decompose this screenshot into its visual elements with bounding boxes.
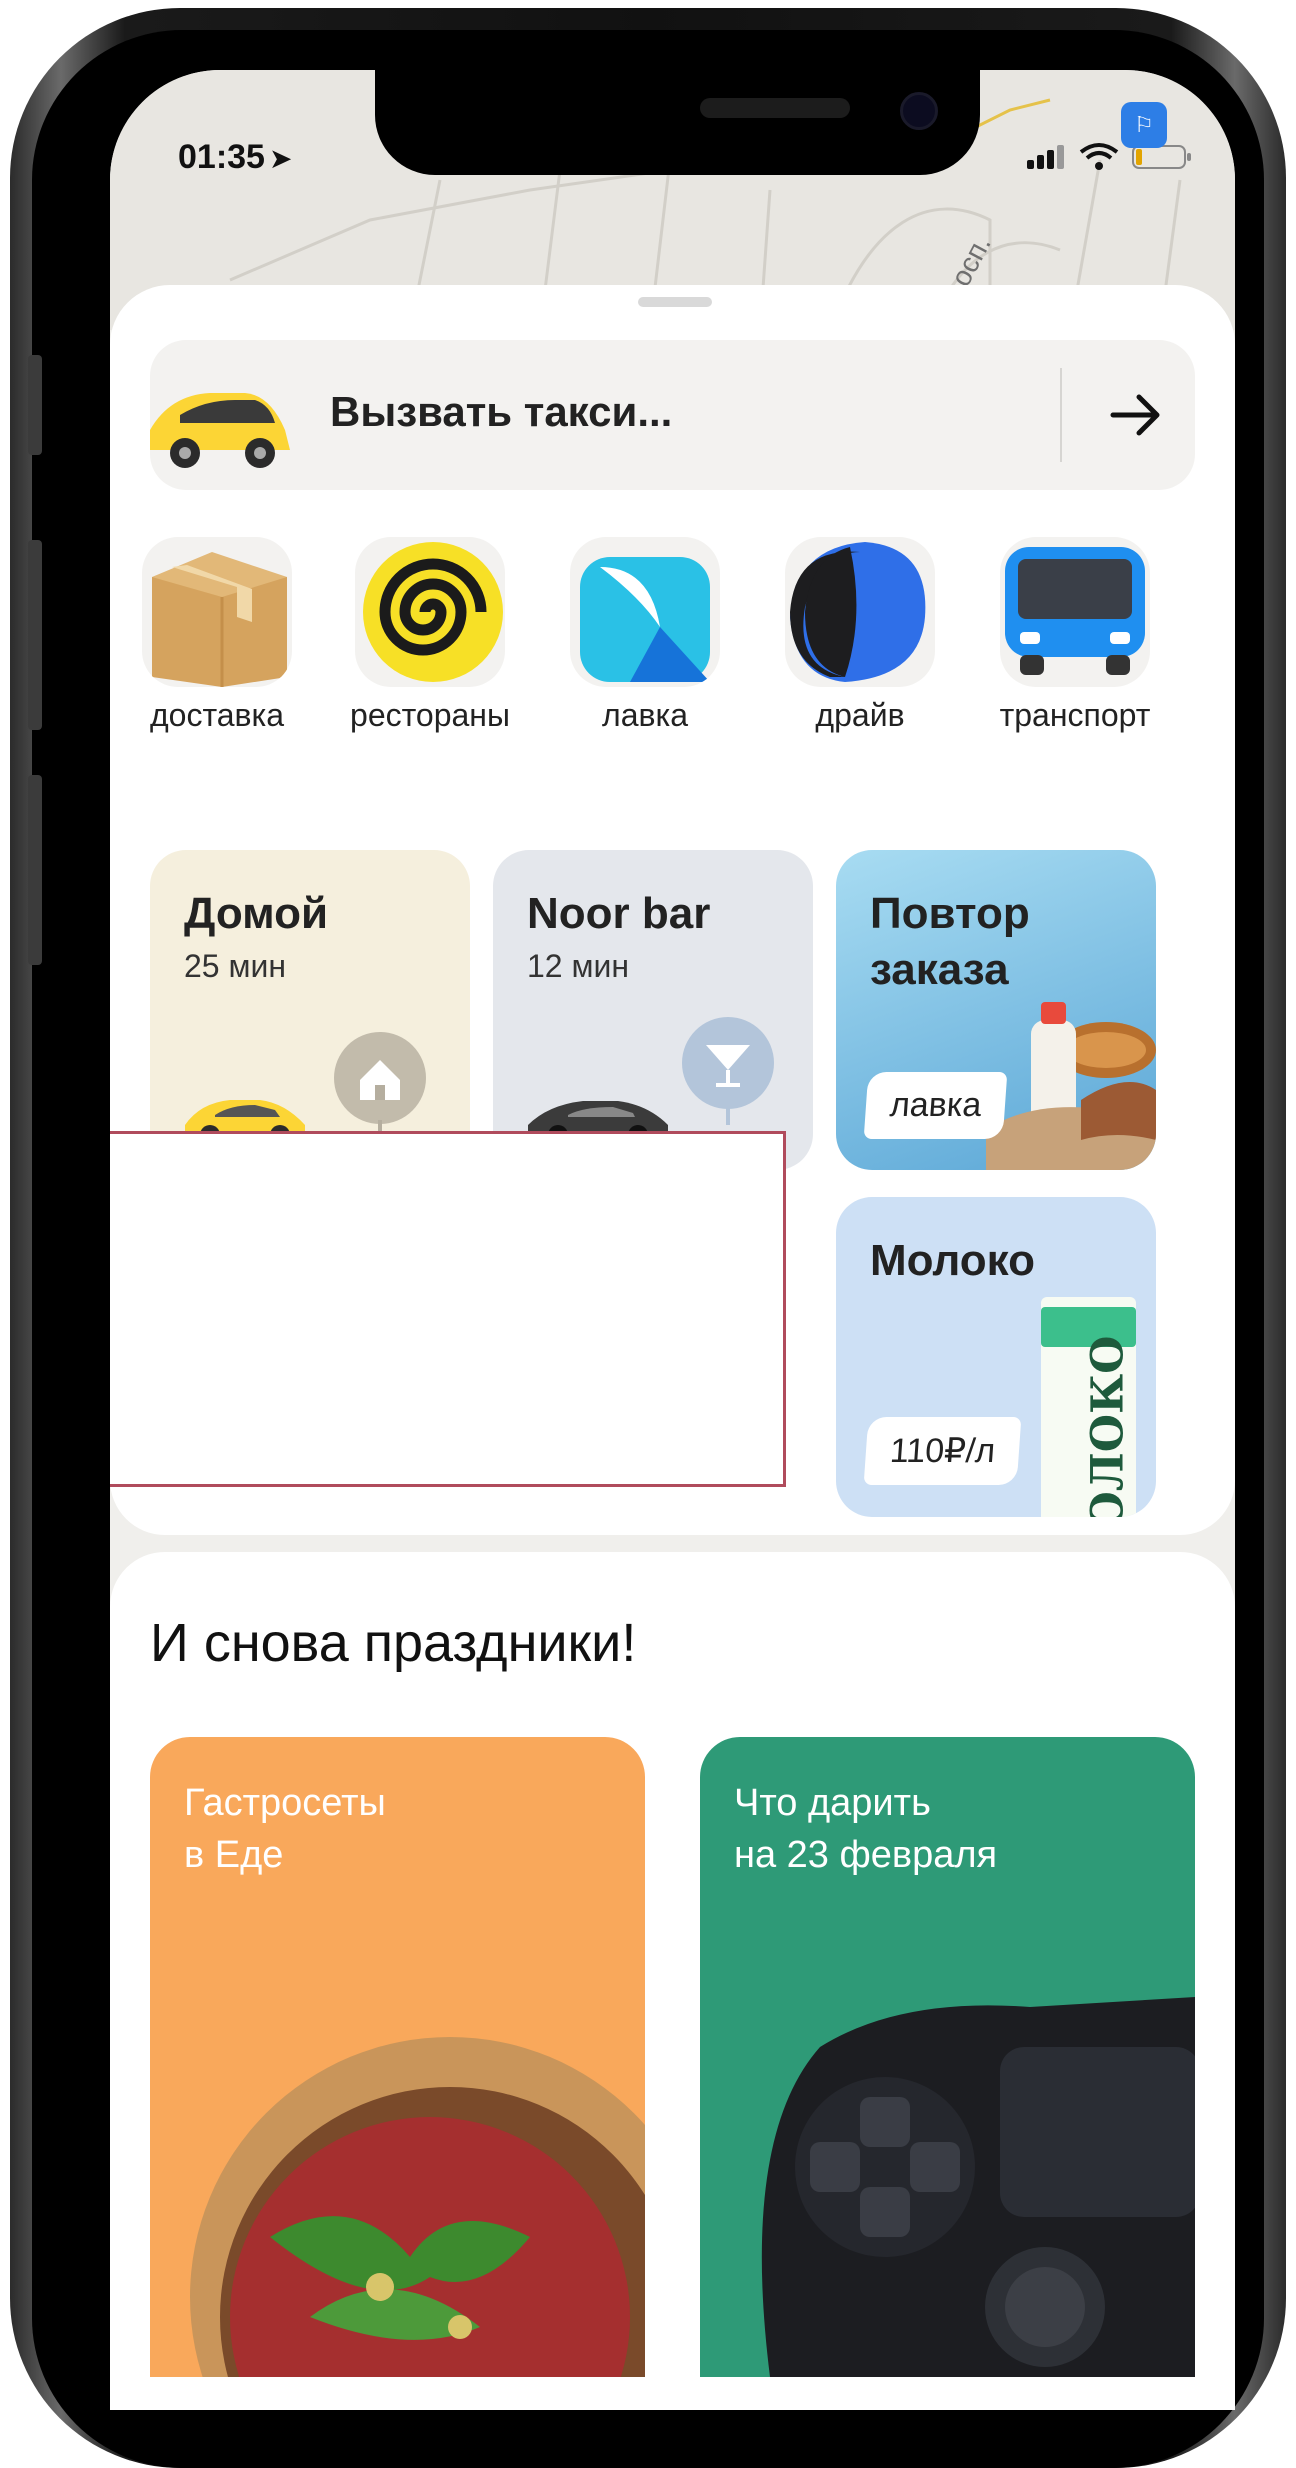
promo-card-gifts[interactable]: Что дарить на 23 февраля — [700, 1737, 1195, 2377]
service-transport[interactable]: транспорт — [1000, 537, 1150, 733]
service-lavka[interactable]: лавка — [570, 537, 720, 733]
box-icon — [142, 537, 292, 687]
milk-title: Молоко — [870, 1236, 1035, 1285]
groceries-image — [986, 1002, 1156, 1170]
taxi-divider — [1060, 368, 1062, 462]
lavka-tag: лавка — [863, 1072, 1008, 1139]
service-drive[interactable]: драйв — [785, 537, 935, 733]
sheet-grabber[interactable] — [638, 297, 712, 307]
repeat-order-tile[interactable]: Повтор заказа лавка — [836, 850, 1156, 1170]
noor-title: Noor bar — [527, 889, 711, 938]
front-camera — [900, 92, 938, 130]
call-taxi-label: Вызвать такси... — [330, 388, 673, 435]
volume-down-button — [28, 775, 42, 965]
wifi-icon — [1079, 143, 1119, 170]
status-icons — [1027, 142, 1195, 172]
milk-tile[interactable]: Молоко ОЛОКО 110₽/л — [836, 1197, 1156, 1517]
taxi-car-icon — [150, 393, 290, 468]
status-time: 01:35 ➤ — [178, 138, 293, 176]
milk-carton-image: ОЛОКО — [1041, 1297, 1136, 1517]
location-arrow-icon: ➤ — [268, 143, 293, 174]
service-label: транспорт — [999, 697, 1151, 733]
noor-bar-shortcut-tile[interactable]: Noor bar 12 мин — [493, 850, 813, 1170]
gamepad-image — [761, 1997, 1195, 2377]
service-label: рестораны — [350, 697, 510, 733]
promo-card-gastrosets[interactable]: Гастросеты в Еде — [150, 1737, 645, 2377]
milk-carton-text: ОЛОКО — [1082, 1335, 1134, 1517]
speaker — [700, 98, 850, 118]
salad-bowl-image — [190, 2037, 645, 2377]
service-restaurants[interactable]: рестораны — [350, 537, 510, 733]
holiday-title: И снова праздники! — [150, 1613, 637, 1673]
holiday-section: И снова праздники! Гастросеты в Еде Что … — [110, 1552, 1235, 2410]
price-tag: 110₽/л — [863, 1417, 1022, 1485]
drive-icon — [785, 537, 935, 687]
cocktail-pin-icon — [682, 1017, 774, 1125]
service-label: доставка — [149, 697, 285, 733]
accessibility-badge-icon: ⚐ — [1121, 102, 1167, 148]
home-title: Домой — [184, 889, 329, 938]
app-screen: осп. 01:35 ➤ ⚐ Вызвать такси... доставка… — [110, 70, 1235, 2410]
promo-text: Гастросеты в Еде — [184, 1782, 386, 1876]
services-row: доставка рестораны лавка драйв транспорт — [110, 537, 1235, 757]
service-delivery[interactable]: доставка — [142, 537, 292, 733]
notch — [375, 70, 980, 175]
home-pin-icon — [334, 1032, 426, 1140]
bus-icon — [1000, 537, 1150, 687]
call-taxi-bar[interactable]: Вызвать такси... — [150, 340, 1195, 490]
silent-switch — [28, 355, 42, 455]
lavka-icon — [570, 537, 720, 687]
home-eta: 25 мин — [184, 948, 287, 984]
arrow-right-icon[interactable] — [1095, 375, 1175, 455]
home-shortcut-tile[interactable]: Домой 25 мин — [150, 850, 470, 1170]
ad-placeholder — [110, 1131, 786, 1487]
promo-text: Что дарить на 23 февраля — [734, 1782, 998, 1876]
service-label: драйв — [815, 697, 905, 733]
volume-up-button — [28, 540, 42, 730]
main-sheet: Вызвать такси... доставка рестораны лавк… — [110, 285, 1235, 1535]
cellular-signal-icon — [1027, 145, 1067, 169]
spiral-icon — [355, 537, 505, 687]
noor-eta: 12 мин — [527, 948, 630, 984]
service-label: лавка — [602, 697, 688, 733]
